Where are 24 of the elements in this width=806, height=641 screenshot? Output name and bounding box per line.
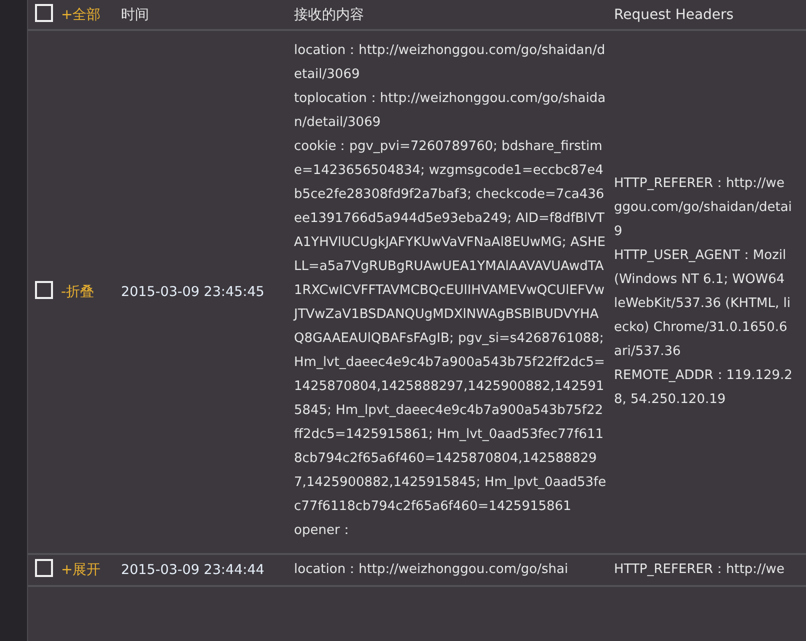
timestamp: 2015-03-09 23:45:45: [121, 284, 264, 300]
content-text: location：http://weizhonggou.com/go/shai: [293, 561, 570, 579]
content-text: location：http://weizhonggou.com/go/shaidan/detail/3069 toplocation：http://weizhonggou.com/go/shaidan/detail/3069 cookie：pgv_pvi=7260789760; bdshare_firstime=1423656504834; wzgmsgcode1=eccbc87e4b5ce2fe28308fd9f2a7baf3; checkcode=7ca436ee1391766d5a944d5e93eba249; AID=f8dfBlVTA1YHVlUCUgkJAFYKUwVaVFNaAl8EUwMG; ASHELL=a5a7VgRUBgRUAwUEA1YMAlAAVAVUAwdTA1RXCwICVFFTAVMCBQcEUlIHVAMEVwQCUlEFVwJTVwZaV1BSDANQUgMDXlNWAgBSBlBUDVYHAQ8GAAEAUlQBAFsFAgIB; pgv_si=s4268761088; Hm_lvt_daeec4e9c4b7a900a543b75f22ff2dc5=1425870804,1425888297,1425900882,1425915845; Hm_lpvt_daeec4e9c4b7a900a543b75f22ff2dc5=1425915861; Hm_lvt_0aad53fec77f6118cb794c2f65a6f460=1425870804,1425888297,1425900882,1425915845; Hm_lpvt_0aad53fec77f6118cb794c2f65a6f460=1425915861 opener：: [292, 42, 607, 540]
expand-all-link[interactable]: +全部: [61, 6, 101, 22]
header-text: ggou.com/go/shaidan/detai: [614, 199, 793, 217]
timestamp: 2015-03-09 23:44:44: [121, 562, 264, 578]
column-header: 接收的内容: [294, 6, 364, 22]
checkbox[interactable]: [35, 559, 53, 577]
header-text: 9: [614, 223, 624, 241]
header-text: HTTP_REFERER：http://we: [614, 175, 786, 193]
header-text: (Windows NT 6.1; WOW64: [614, 271, 786, 289]
expand-link[interactable]: +展开: [61, 562, 101, 578]
header-text: HTTP_REFERER：http://we: [614, 561, 786, 579]
header-text: ecko) Chrome/31.0.1650.6: [614, 319, 788, 337]
column-header: 时间: [121, 6, 149, 22]
header-text: HTTP_USER_AGENT：Mozil: [614, 247, 788, 265]
checkbox[interactable]: [35, 281, 53, 299]
header-text: ari/537.36: [614, 343, 682, 361]
header-text: leWebKit/537.36 (KHTML, li: [614, 295, 792, 313]
header-text: 8, 54.250.120.19: [614, 391, 727, 409]
column-header: Request Headers: [614, 6, 734, 22]
checkbox[interactable]: [35, 4, 53, 22]
header-text: REMOTE_ADDR：119.129.2: [614, 367, 794, 385]
collapse-link[interactable]: -折叠: [61, 284, 94, 300]
